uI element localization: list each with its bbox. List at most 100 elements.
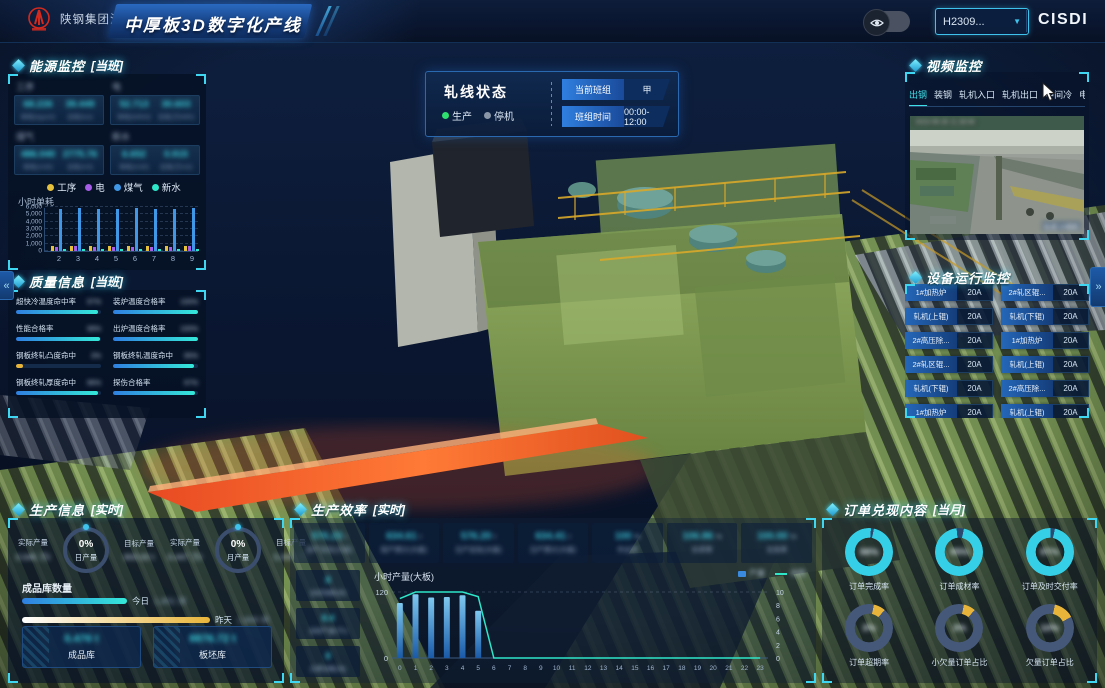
svg-text:2: 2: [776, 643, 780, 650]
order-donut-ring-wrap: 3%: [845, 604, 893, 652]
efficiency-card-value: 576.20 t: [461, 531, 496, 542]
equipment-label[interactable]: 2#轧区辊...: [905, 356, 957, 373]
svg-text:8: 8: [776, 603, 780, 610]
energy-value: 68.226: [17, 99, 59, 110]
target-label: 目标产量: [116, 538, 162, 549]
bar: [78, 208, 81, 251]
bar: [135, 208, 138, 251]
hour-bar: [475, 611, 481, 658]
actual-label: 实际产量: [162, 537, 208, 548]
equipment-chip: 1#加热炉20A: [905, 404, 993, 418]
diamond-icon: [12, 503, 25, 516]
collapse-left-tab[interactable]: «: [0, 271, 14, 300]
hour-bar: [413, 594, 419, 658]
bar-group: [51, 209, 66, 251]
corner-decoration: [196, 74, 206, 84]
corner-decoration: [905, 408, 915, 418]
bar: [184, 246, 187, 251]
bar: [55, 247, 58, 251]
bar: [70, 246, 73, 251]
equipment-label[interactable]: 1#加热炉: [1001, 332, 1053, 349]
inventory-box[interactable]: 8876.72 t板坯库: [153, 626, 272, 668]
bar: [112, 247, 115, 251]
bar: [165, 246, 168, 251]
video-tab-2[interactable]: 轧机入口: [959, 88, 995, 101]
x-axis-tick: 8: [171, 254, 175, 263]
quality-item: 性能合格率99%: [16, 323, 101, 341]
actual-value: 0.447 万t: [162, 551, 208, 563]
gauge-dot: [83, 524, 89, 530]
energy-quadrant-name: 煤气: [16, 130, 104, 143]
equipment-value: 20A: [957, 404, 993, 418]
equipment-label[interactable]: 轧机(上辊): [1001, 404, 1053, 418]
order-donut-percent: 3%: [935, 604, 983, 652]
camera-select-value: H2309...: [943, 16, 985, 28]
inventory-bar-label: 今日: [132, 595, 149, 607]
corner-decoration: [274, 673, 284, 683]
efficiency-card: 634.41 t日产预计(大板): [518, 523, 589, 563]
equipment-panel-title: 设备运行监控: [926, 268, 1010, 287]
hour-bar: [397, 603, 403, 658]
status-legend-label: 生产: [452, 108, 472, 123]
video-tab-1[interactable]: 装钢: [934, 88, 952, 101]
efficiency-card-value: 100.00 %: [757, 531, 797, 542]
equipment-label[interactable]: 轧机(下辊): [1001, 308, 1053, 325]
status-dot: [484, 112, 491, 119]
bar-group: [108, 209, 123, 251]
corner-decoration: [1079, 72, 1089, 82]
top-bar: 陕钢集团汉钢公司 中厚板3D数字化产线 H2309... ▼ CISDI: [0, 0, 1105, 43]
svg-text:13: 13: [600, 665, 608, 672]
energy-value-cell: 39.449总耗(tce): [59, 99, 101, 121]
camera-select-dropdown[interactable]: H2309... ▼: [935, 8, 1029, 35]
production-panel: 实际产量0.045 万t0%日产量目标产量900.00 t实际产量0.447 万…: [8, 518, 284, 683]
inventory-bar-value: 1,801 块: [154, 595, 186, 607]
y-axis-tick: 4,000: [26, 218, 42, 225]
inventory-bar-row: 昨天1,809 块: [22, 614, 272, 626]
quality-item-row: 探伤合格率97%: [113, 377, 198, 388]
bar: [108, 246, 111, 251]
video-tab-0[interactable]: 出钢: [909, 88, 927, 101]
quality-item-row: 性能合格率99%: [16, 323, 101, 334]
gauge-donut: 0%月产量: [212, 524, 264, 576]
collapse-right-tab[interactable]: »: [1090, 267, 1105, 307]
efficiency-card-label: 日产实际(大板): [455, 545, 502, 555]
svg-text:12: 12: [584, 665, 592, 672]
video-tab-3[interactable]: 轧机出口: [1002, 88, 1038, 101]
quality-bar-fill: [113, 310, 198, 314]
efficiency-card-unit: %: [634, 534, 640, 541]
bar: [89, 246, 92, 251]
equipment-label[interactable]: 轧机(上辊): [1001, 356, 1053, 373]
bar: [51, 246, 54, 251]
orders-donut-row-2: 3%订单超期率3%小欠量订单占比10%欠量订单占比: [824, 604, 1095, 668]
legend-item: 电: [85, 180, 105, 194]
equipment-label[interactable]: 轧机(上辊): [905, 308, 957, 325]
efficiency-card-label: 日产预计(大板): [530, 545, 577, 555]
video-caption-overlay: 轧线 1#相机: [1042, 221, 1081, 231]
corner-decoration: [8, 260, 18, 270]
quality-item: 出炉温度合格率100%: [113, 323, 198, 341]
line-status-title: 轧线状态: [444, 82, 508, 102]
inventory-box-label: 成品库: [68, 648, 95, 661]
equipment-label[interactable]: 2#高压除...: [905, 332, 957, 349]
bar: [192, 208, 195, 251]
energy-value-cell: 68.226单耗(kgce/t): [17, 99, 59, 121]
svg-text:2: 2: [429, 665, 433, 672]
video-tab-5[interactable]: 电加热: [1079, 88, 1085, 101]
efficiency-mini-value: 8: [325, 651, 330, 661]
actual-column: 实际产量0.045 万t: [10, 537, 56, 563]
corner-decoration: [905, 230, 915, 240]
equipment-label[interactable]: 轧机(下辊): [905, 380, 957, 397]
bar-group: [146, 209, 161, 251]
visibility-toggle[interactable]: [864, 11, 910, 32]
y-axis-tick: 5,000: [26, 211, 42, 218]
efficiency-mini-stats: 8当班块数(块)8.4当班产量(千t)8日累块数(块): [296, 570, 360, 677]
equipment-label[interactable]: 2#高压除...: [1001, 380, 1053, 397]
status-pill: 当前班组甲: [562, 79, 670, 100]
inventory-box[interactable]: 0.476 t成品库: [22, 626, 141, 668]
equipment-panel-header: 设备运行监控: [911, 268, 1010, 287]
energy-value: 6.652: [113, 149, 155, 160]
bar: [93, 247, 96, 251]
video-feed[interactable]: 2023-09-26 11:28:06 轧线 1#相机: [910, 116, 1084, 234]
quality-percent: 100%: [180, 326, 198, 333]
svg-text:3: 3: [445, 665, 449, 672]
